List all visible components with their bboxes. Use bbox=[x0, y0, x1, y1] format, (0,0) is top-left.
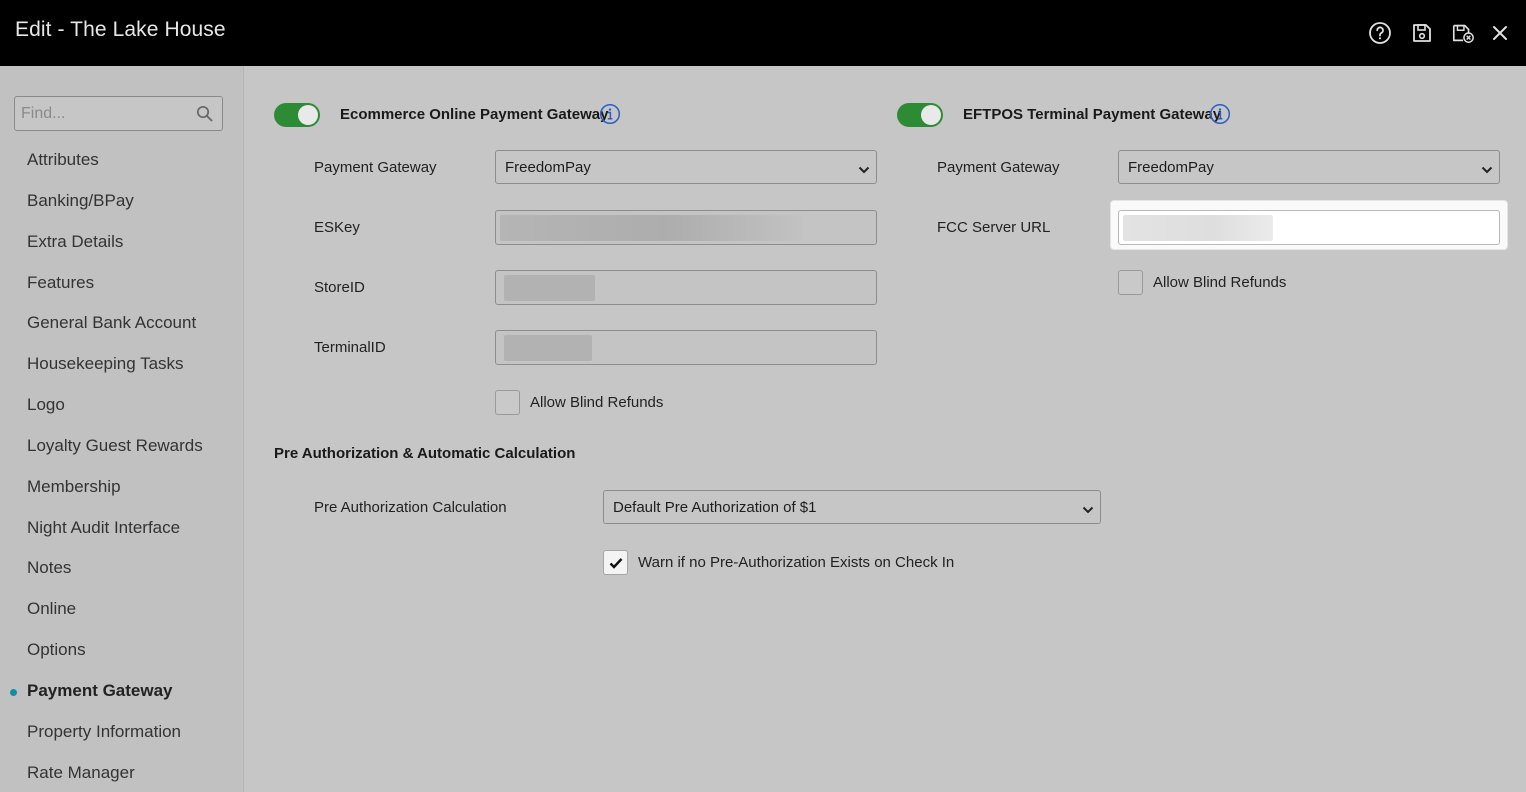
preauth-section-title: Pre Authorization & Automatic Calculatio… bbox=[274, 445, 576, 462]
redacted-value bbox=[504, 275, 595, 301]
help-icon[interactable] bbox=[1368, 21, 1392, 45]
sidebar-item-label: Membership bbox=[27, 477, 121, 496]
redacted-value bbox=[504, 335, 592, 361]
sidebar-item-label: Rate Manager bbox=[27, 763, 135, 782]
sidebar-item-label: Housekeeping Tasks bbox=[27, 354, 184, 373]
save-icon[interactable] bbox=[1410, 21, 1434, 45]
eftpos-allow-blind-refunds-checkbox[interactable] bbox=[1118, 270, 1143, 295]
redacted-value bbox=[500, 215, 802, 241]
sidebar-item-label: Loyalty Guest Rewards bbox=[27, 436, 203, 455]
fcc-server-url-input[interactable] bbox=[1118, 210, 1500, 245]
sidebar-item-payment-gateway[interactable]: Payment Gateway bbox=[0, 674, 243, 710]
sidebar-item-notes[interactable]: Notes bbox=[0, 551, 243, 587]
sidebar-item-housekeeping-tasks[interactable]: Housekeeping Tasks bbox=[0, 347, 243, 383]
ecommerce-allow-blind-refunds-label: Allow Blind Refunds bbox=[530, 394, 664, 411]
sidebar-item-label: Payment Gateway bbox=[27, 681, 173, 700]
sidebar-item-attributes[interactable]: Attributes bbox=[0, 143, 243, 179]
fcc-server-url-label: FCC Server URL bbox=[937, 219, 1051, 236]
eftpos-section-title: EFTPOS Terminal Payment Gateway bbox=[963, 106, 1222, 123]
window-title: Edit - The Lake House bbox=[15, 18, 226, 41]
eftpos-info-icon[interactable] bbox=[1209, 103, 1231, 125]
chevron-down-icon bbox=[1082, 502, 1094, 520]
sidebar-item-label: Extra Details bbox=[27, 232, 124, 251]
ecommerce-payment-gateway-label: Payment Gateway bbox=[314, 159, 437, 176]
sidebar-item-label: Attributes bbox=[27, 150, 99, 169]
find-box bbox=[14, 96, 223, 131]
sidebar-item-label: Logo bbox=[27, 395, 65, 414]
sidebar: Attributes Banking/BPay Extra Details Fe… bbox=[0, 66, 244, 792]
eskey-label: ESKey bbox=[314, 219, 360, 236]
search-icon[interactable] bbox=[196, 105, 213, 127]
sidebar-item-label: Night Audit Interface bbox=[27, 518, 181, 537]
select-value: FreedomPay bbox=[1128, 159, 1214, 176]
sidebar-item-banking-bpay[interactable]: Banking/BPay bbox=[0, 184, 243, 220]
eftpos-payment-gateway-select[interactable]: FreedomPay bbox=[1118, 150, 1500, 184]
sidebar-item-label: Property Information bbox=[27, 722, 182, 741]
ecommerce-allow-blind-refunds-checkbox[interactable] bbox=[495, 390, 520, 415]
find-input[interactable] bbox=[15, 97, 190, 130]
sidebar-item-label: General Bank Account bbox=[27, 313, 197, 332]
sidebar-item-extra-details[interactable]: Extra Details bbox=[0, 225, 243, 261]
eskey-input[interactable] bbox=[495, 210, 877, 245]
redacted-value bbox=[1123, 215, 1273, 241]
storeid-label: StoreID bbox=[314, 279, 365, 296]
active-indicator bbox=[10, 689, 17, 696]
ecommerce-section-title: Ecommerce Online Payment Gateway bbox=[340, 106, 609, 123]
sidebar-item-label: Online bbox=[27, 599, 77, 618]
sidebar-item-label: Options bbox=[27, 640, 86, 659]
sidebar-item-night-audit-interface[interactable]: Night Audit Interface bbox=[0, 511, 243, 547]
select-value: Default Pre Authorization of $1 bbox=[613, 499, 817, 516]
ecommerce-info-icon[interactable] bbox=[599, 103, 621, 125]
toggle-knob bbox=[298, 105, 318, 125]
eftpos-payment-gateway-label: Payment Gateway bbox=[937, 159, 1060, 176]
eftpos-gateway-toggle[interactable] bbox=[897, 103, 943, 127]
sidebar-item-loyalty-guest-rewards[interactable]: Loyalty Guest Rewards bbox=[0, 429, 243, 465]
select-value: FreedomPay bbox=[505, 159, 591, 176]
checkmark-icon bbox=[609, 558, 623, 569]
preauth-calculation-label: Pre Authorization Calculation bbox=[314, 499, 507, 516]
sidebar-item-features[interactable]: Features bbox=[0, 266, 243, 302]
eftpos-allow-blind-refunds-label: Allow Blind Refunds bbox=[1153, 274, 1287, 291]
warn-no-preauth-label: Warn if no Pre-Authorization Exists on C… bbox=[638, 554, 955, 571]
warn-no-preauth-checkbox[interactable] bbox=[603, 550, 628, 575]
sidebar-item-label: Notes bbox=[27, 558, 72, 577]
sidebar-item-options[interactable]: Options bbox=[0, 633, 243, 669]
main-panel: Ecommerce Online Payment Gateway Payment… bbox=[245, 66, 1526, 792]
ecommerce-gateway-toggle[interactable] bbox=[274, 103, 320, 127]
terminalid-input[interactable] bbox=[495, 330, 877, 365]
sidebar-item-property-information[interactable]: Property Information bbox=[0, 715, 243, 751]
chevron-down-icon bbox=[858, 162, 870, 180]
chevron-down-icon bbox=[1481, 162, 1493, 180]
sidebar-item-logo[interactable]: Logo bbox=[0, 388, 243, 424]
ecommerce-payment-gateway-select[interactable]: FreedomPay bbox=[495, 150, 877, 184]
sidebar-item-label: Features bbox=[27, 273, 95, 292]
sidebar-item-label: Banking/BPay bbox=[27, 191, 134, 210]
save-and-close-icon[interactable] bbox=[1451, 21, 1475, 45]
storeid-input[interactable] bbox=[495, 270, 877, 305]
preauth-calculation-select[interactable]: Default Pre Authorization of $1 bbox=[603, 490, 1101, 524]
sidebar-item-membership[interactable]: Membership bbox=[0, 470, 243, 506]
sidebar-item-rate-manager[interactable]: Rate Manager bbox=[0, 756, 243, 792]
title-bar: Edit - The Lake House bbox=[0, 0, 1526, 66]
sidebar-item-general-bank-account[interactable]: General Bank Account bbox=[0, 306, 243, 342]
close-icon[interactable] bbox=[1488, 21, 1512, 45]
toggle-knob bbox=[921, 105, 941, 125]
terminalid-label: TerminalID bbox=[314, 339, 386, 356]
sidebar-item-online[interactable]: Online bbox=[0, 592, 243, 628]
